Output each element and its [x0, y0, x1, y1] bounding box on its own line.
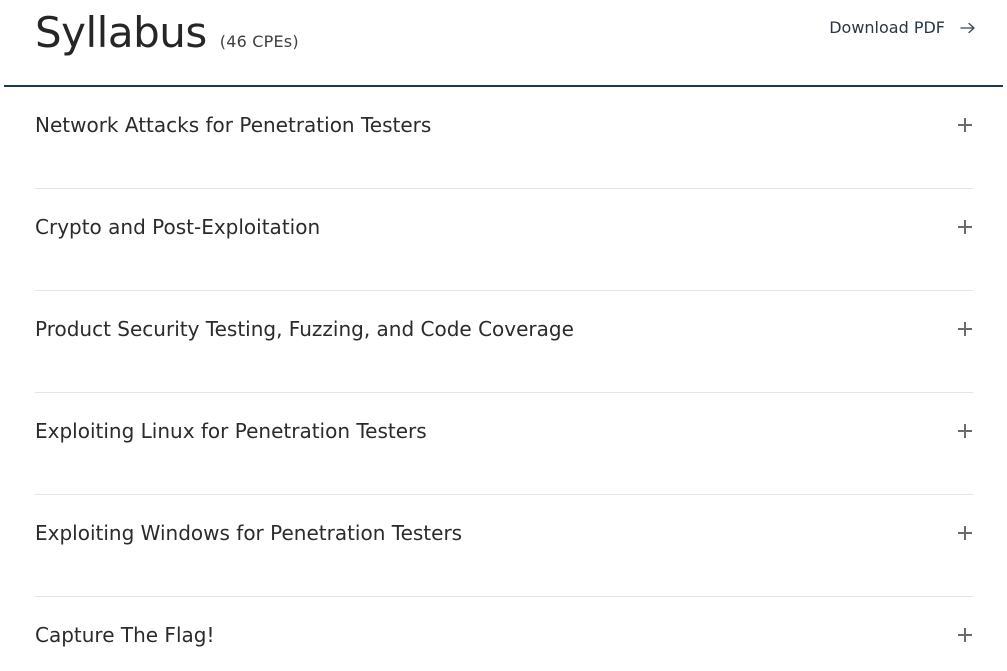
plus-icon[interactable]: [957, 117, 973, 133]
plus-icon[interactable]: [957, 321, 973, 337]
accordion-item-network-attacks[interactable]: Network Attacks for Penetration Testers: [35, 87, 973, 189]
plus-icon[interactable]: [957, 525, 973, 541]
download-pdf-link[interactable]: Download PDF: [829, 18, 976, 37]
syllabus-header: Syllabus (46 CPEs) Download PDF: [0, 0, 1007, 87]
accordion-item-capture-the-flag[interactable]: Capture The Flag!: [35, 597, 973, 671]
accordion-item-label: Exploiting Windows for Penetration Teste…: [35, 521, 463, 545]
title-group: Syllabus (46 CPEs): [35, 5, 299, 61]
accordion-item-label: Exploiting Linux for Penetration Testers: [35, 419, 427, 443]
plus-icon[interactable]: [957, 219, 973, 235]
accordion-item-crypto[interactable]: Crypto and Post-Exploitation: [35, 189, 973, 291]
syllabus-accordion: Network Attacks for Penetration Testers …: [35, 87, 973, 671]
accordion-item-label: Product Security Testing, Fuzzing, and C…: [35, 317, 574, 341]
page-title: Syllabus: [35, 8, 207, 57]
arrow-right-icon: [960, 22, 975, 33]
accordion-item-exploiting-linux[interactable]: Exploiting Linux for Penetration Testers: [35, 393, 973, 495]
plus-icon[interactable]: [957, 627, 973, 643]
plus-icon[interactable]: [957, 423, 973, 439]
accordion-item-label: Crypto and Post-Exploitation: [35, 215, 321, 239]
cpe-count: (46 CPEs): [219, 32, 299, 51]
syllabus-page: Syllabus (46 CPEs) Download PDF Network …: [0, 0, 1007, 671]
accordion-item-exploiting-windows[interactable]: Exploiting Windows for Penetration Teste…: [35, 495, 973, 597]
download-pdf-label: Download PDF: [829, 18, 945, 37]
accordion-item-label: Capture The Flag!: [35, 623, 215, 647]
accordion-item-product-security[interactable]: Product Security Testing, Fuzzing, and C…: [35, 291, 973, 393]
accordion-item-label: Network Attacks for Penetration Testers: [35, 113, 432, 137]
